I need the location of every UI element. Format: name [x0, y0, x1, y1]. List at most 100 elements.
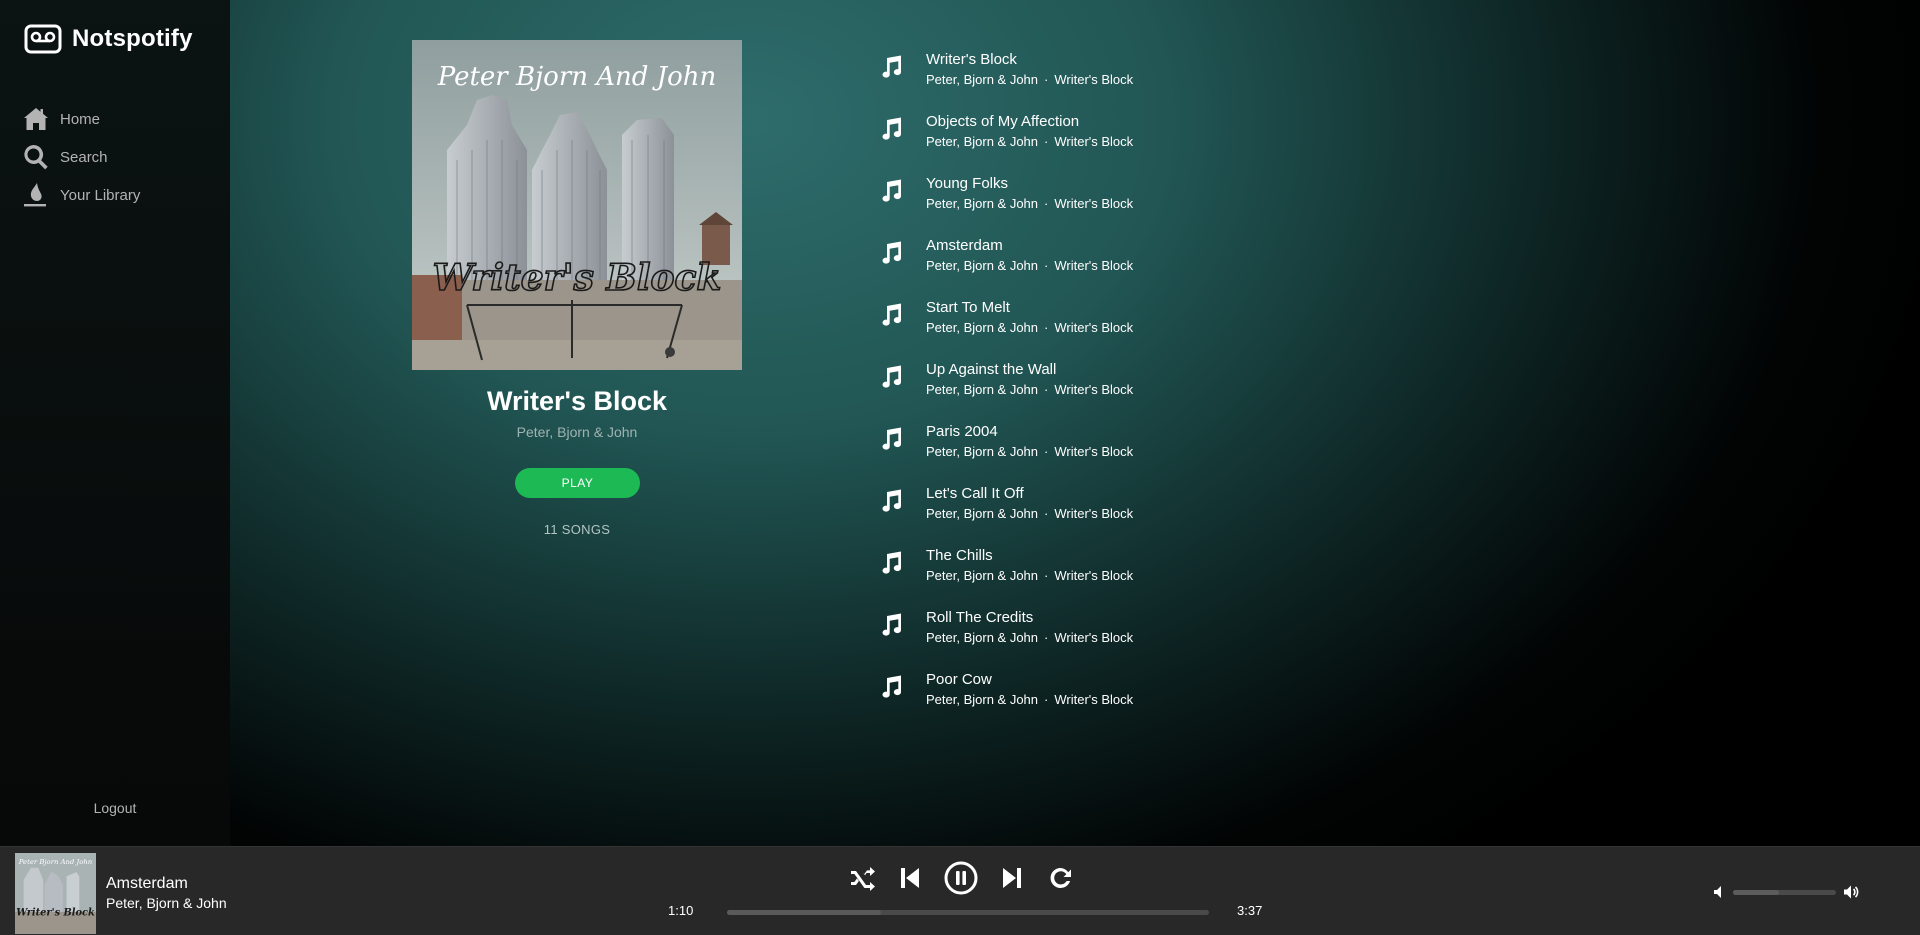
- track-artist[interactable]: Peter, Bjorn & John: [926, 630, 1038, 645]
- album-cover-illustration: Writer's Block Peter Bjorn And John: [412, 40, 742, 370]
- sidebar-item-library[interactable]: Your Library: [22, 176, 140, 214]
- separator-dot: ·: [1044, 506, 1049, 521]
- track-icon: [878, 116, 908, 146]
- track-row[interactable]: Writer's Block Peter, Bjorn & John · Writer…: [878, 50, 1133, 112]
- track-artist[interactable]: Peter, Bjorn & John: [926, 506, 1038, 521]
- album-cover: Writer's Block Peter Bjorn And John: [412, 40, 742, 370]
- track-album[interactable]: Writer's Block: [1054, 134, 1133, 149]
- separator-dot: ·: [1044, 382, 1049, 397]
- track-row[interactable]: Start To Melt Peter, Bjorn & John · Writer'…: [878, 298, 1133, 360]
- track-album[interactable]: Writer's Block: [1054, 506, 1133, 521]
- track-row[interactable]: Roll The Credits Peter, Bjorn & John · Writ…: [878, 608, 1133, 670]
- track-icon: [878, 426, 908, 456]
- track-artist[interactable]: Peter, Bjorn & John: [926, 72, 1038, 87]
- track-album[interactable]: Writer's Block: [1054, 568, 1133, 583]
- separator-dot: ·: [1044, 72, 1049, 87]
- next-button[interactable]: [998, 864, 1026, 892]
- volume-fill: [1733, 890, 1780, 895]
- track-meta: Peter, Bjorn & John · Writer's Block: [926, 504, 1133, 524]
- now-playing-title[interactable]: Amsterdam: [106, 875, 188, 893]
- album-artist[interactable]: Peter, Bjorn & John: [412, 424, 742, 440]
- sidebar-item-search[interactable]: Search: [22, 138, 140, 176]
- music-note-icon: [882, 489, 902, 512]
- track-album[interactable]: Writer's Block: [1054, 692, 1133, 707]
- track-info: Let's Call It Off Peter, Bjorn & John · Wri…: [926, 484, 1133, 524]
- track-row[interactable]: Objects of My Affection Peter, Bjorn & Jo…: [878, 112, 1133, 174]
- previous-button[interactable]: [896, 864, 924, 892]
- now-playing-cover[interactable]: Writer's Block Peter Bjorn And John: [15, 853, 96, 934]
- track-row[interactable]: Up Against the Wall Peter, Bjorn & John · W…: [878, 360, 1133, 422]
- music-note-icon: [882, 241, 902, 264]
- track-artist[interactable]: Peter, Bjorn & John: [926, 568, 1038, 583]
- volume-low-icon: [1714, 886, 1721, 898]
- track-meta: Peter, Bjorn & John · Writer's Block: [926, 380, 1133, 400]
- track-name: Roll The Credits: [926, 609, 1034, 626]
- track-icon: [878, 240, 908, 270]
- shuffle-button[interactable]: [848, 864, 876, 892]
- track-album[interactable]: Writer's Block: [1054, 258, 1133, 273]
- track-name: The Chills: [926, 547, 993, 564]
- sidebar-item-home[interactable]: Home: [22, 100, 140, 138]
- current-time: 1:10: [668, 903, 694, 918]
- track-album[interactable]: Writer's Block: [1054, 630, 1133, 645]
- track-album[interactable]: Writer's Block: [1054, 196, 1133, 211]
- track-name: Up Against the Wall: [926, 361, 1057, 378]
- track-info: Young Folks Peter, Bjorn & John · Writer's …: [926, 174, 1133, 214]
- player-bar: Writer's Block Peter Bjorn And John Amst…: [0, 846, 1920, 935]
- track-row[interactable]: Poor Cow Peter, Bjorn & John · Writer's Blo…: [878, 670, 1133, 732]
- app-name: Notspotify: [72, 25, 193, 52]
- track-meta: Peter, Bjorn & John · Writer's Block: [926, 132, 1133, 152]
- track-row[interactable]: Let's Call It Off Peter, Bjorn & John · Wri…: [878, 484, 1133, 546]
- track-name: Objects of My Affection: [926, 113, 1080, 130]
- track-meta: Peter, Bjorn & John · Writer's Block: [926, 690, 1133, 710]
- track-artist[interactable]: Peter, Bjorn & John: [926, 196, 1038, 211]
- repeat-button[interactable]: [1046, 864, 1074, 892]
- sidebar: Notspotify Home Search Your Library Logo…: [0, 0, 230, 846]
- track-icon: [878, 488, 908, 518]
- home-icon: [24, 108, 48, 130]
- track-artist[interactable]: Peter, Bjorn & John: [926, 134, 1038, 149]
- music-note-icon: [882, 551, 902, 574]
- sidebar-item-label: Search: [60, 148, 108, 166]
- track-row[interactable]: The Chills Peter, Bjorn & John · Writer's B…: [878, 546, 1133, 608]
- library-icon: [24, 183, 46, 207]
- track-artist[interactable]: Peter, Bjorn & John: [926, 320, 1038, 335]
- volume-max-button[interactable]: [1843, 884, 1860, 900]
- shuffle-icon: [851, 867, 875, 891]
- track-artist[interactable]: Peter, Bjorn & John: [926, 444, 1038, 459]
- logout-link[interactable]: Logout: [0, 800, 230, 816]
- track-artist[interactable]: Peter, Bjorn & John: [926, 692, 1038, 707]
- track-album[interactable]: Writer's Block: [1054, 382, 1133, 397]
- search-icon: [24, 145, 48, 170]
- cover-sign-text: Writer's Block: [16, 908, 95, 919]
- brand[interactable]: Notspotify: [24, 24, 193, 54]
- cover-band-text: Peter Bjorn And John: [18, 858, 92, 866]
- track-artist[interactable]: Peter, Bjorn & John: [926, 382, 1038, 397]
- volume-slider[interactable]: [1733, 890, 1836, 895]
- progress-bar[interactable]: [727, 910, 1209, 915]
- track-row[interactable]: Young Folks Peter, Bjorn & John · Writer's …: [878, 174, 1133, 236]
- playback-controls: [848, 861, 1074, 895]
- separator-dot: ·: [1044, 692, 1049, 707]
- sidebar-item-label: Home: [60, 110, 101, 128]
- pause-button[interactable]: [944, 861, 978, 895]
- separator-dot: ·: [1044, 258, 1049, 273]
- track-info: Paris 2004 Peter, Bjorn & John · Writer's B…: [926, 422, 1133, 462]
- song-count: 11 SONGS: [543, 522, 611, 537]
- track-row[interactable]: Paris 2004 Peter, Bjorn & John · Writer's B…: [878, 422, 1133, 484]
- play-button[interactable]: PLAY: [515, 468, 640, 498]
- track-album[interactable]: Writer's Block: [1054, 320, 1133, 335]
- track-artist[interactable]: Peter, Bjorn & John: [926, 258, 1038, 273]
- main-content: Writer's Block Peter Bjorn And John Writ…: [230, 0, 1920, 846]
- now-playing-artist[interactable]: Peter, Bjorn & John: [106, 895, 227, 911]
- track-row[interactable]: Amsterdam Peter, Bjorn & John · Writer's Bl…: [878, 236, 1133, 298]
- track-info: Amsterdam Peter, Bjorn & John · Writer's Bl…: [926, 236, 1133, 276]
- pause-icon: [944, 861, 978, 895]
- track-album[interactable]: Writer's Block: [1054, 444, 1133, 459]
- track-album[interactable]: Writer's Block: [1054, 72, 1133, 87]
- track-meta: Peter, Bjorn & John · Writer's Block: [926, 70, 1133, 90]
- track-info: Up Against the Wall Peter, Bjorn & John · W…: [926, 360, 1133, 400]
- cover-sign-text: Writer's Block: [433, 257, 722, 299]
- separator-dot: ·: [1044, 320, 1049, 335]
- mute-button[interactable]: [1713, 885, 1727, 899]
